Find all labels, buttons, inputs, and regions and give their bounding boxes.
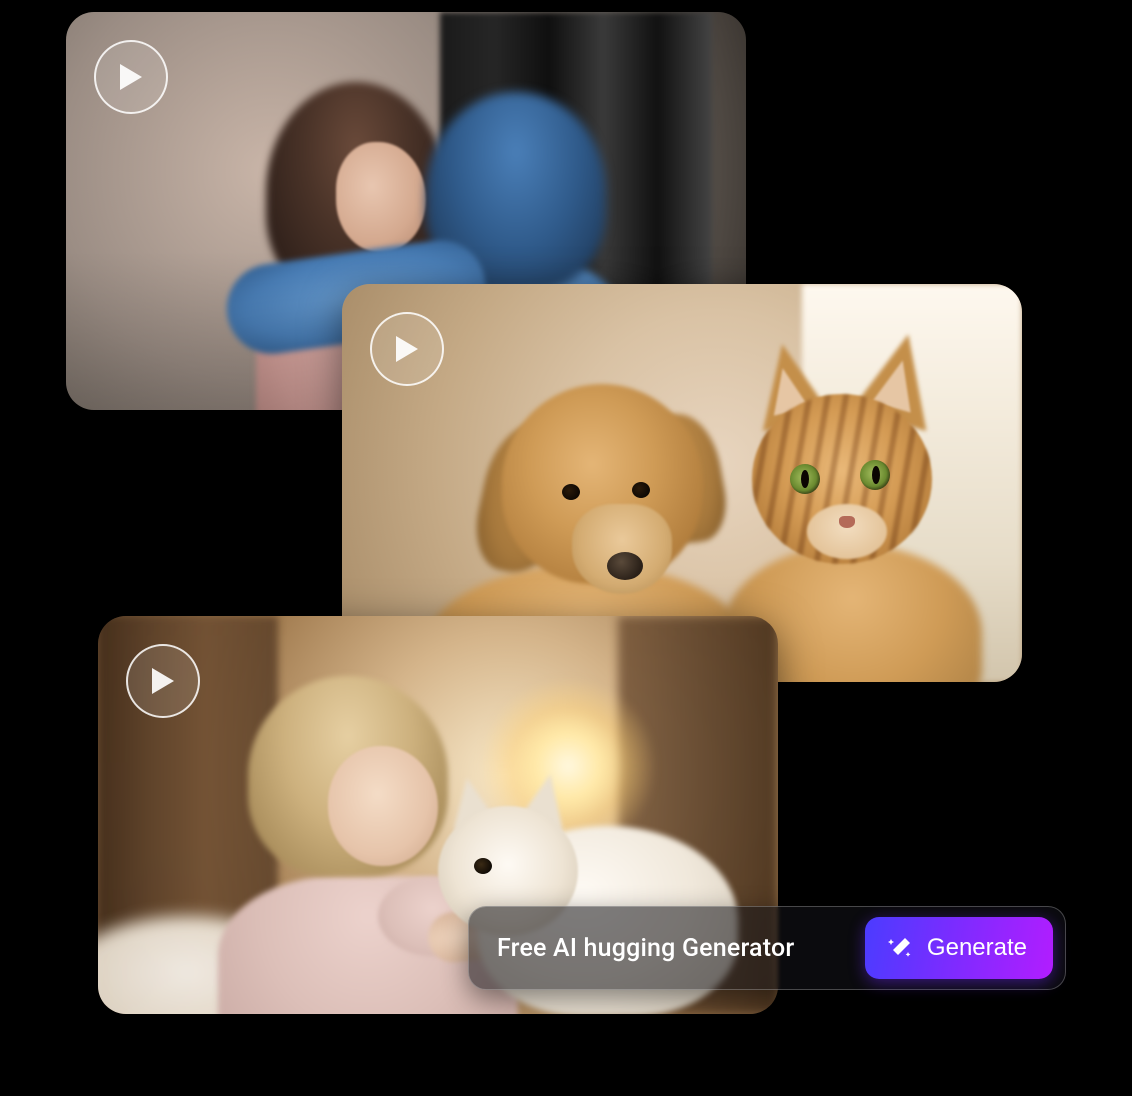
magic-wand-icon (887, 935, 913, 961)
generate-button[interactable]: Generate (865, 917, 1053, 979)
generate-button-label: Generate (927, 934, 1027, 962)
play-button[interactable] (94, 40, 168, 114)
play-button[interactable] (370, 312, 444, 386)
prompt-label: Free AI hugging Generator (497, 934, 849, 963)
play-icon (149, 666, 177, 696)
play-icon (117, 62, 145, 92)
play-icon (393, 334, 421, 364)
play-button[interactable] (126, 644, 200, 718)
prompt-bar: Free AI hugging Generator Generate (468, 906, 1066, 990)
